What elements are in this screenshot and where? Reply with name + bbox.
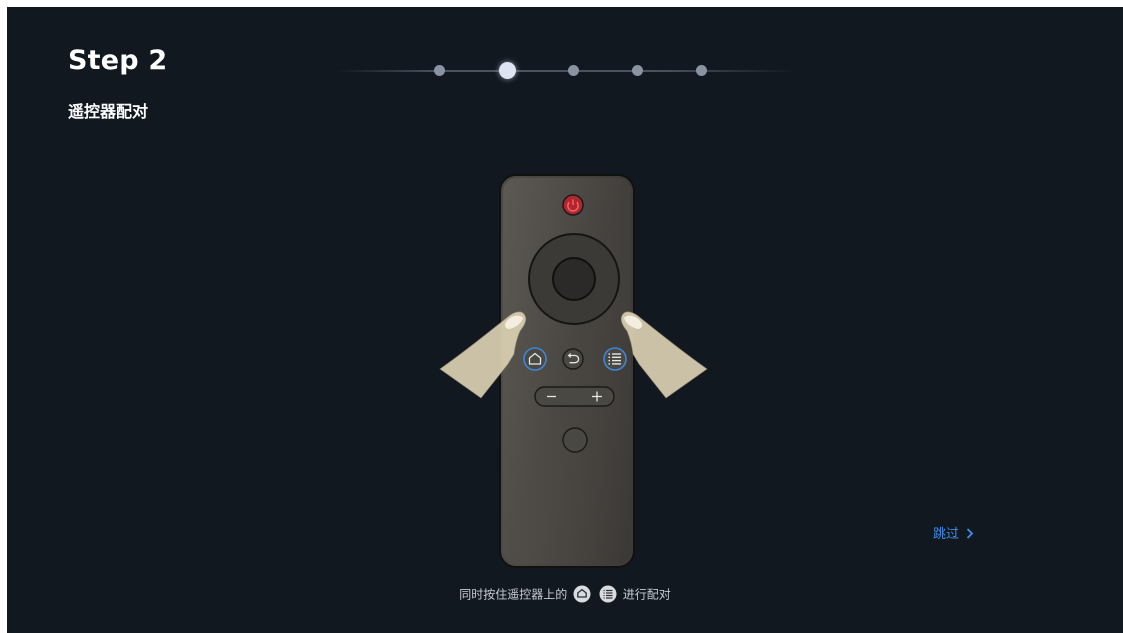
menu-icon: [599, 585, 617, 603]
voice-button-icon: [562, 427, 588, 453]
volume-rocker: [534, 386, 615, 407]
step-dot-1: [434, 65, 445, 76]
hint-prefix: 同时按住遥控器上的: [459, 587, 568, 602]
back-icon: [562, 348, 584, 370]
pairing-instruction: 同时按住遥控器上的 进行配对: [7, 585, 1123, 603]
menu-icon: [603, 347, 627, 371]
home-icon: [573, 585, 591, 603]
skip-link[interactable]: 跳过: [933, 523, 974, 542]
step-subtitle: 遥控器配对: [68, 102, 149, 121]
home-icon: [523, 347, 547, 371]
pairing-screen: Step 2 遥控器配对 跳过 同时按住遥控器上的 进行配对: [7, 7, 1123, 633]
power-icon: [562, 194, 584, 216]
remote-pairing-illustration: [439, 174, 708, 568]
step-dot-3: [568, 65, 579, 76]
step-dot-5: [696, 65, 707, 76]
progress-track: [337, 70, 797, 72]
step-progress-indicator: [337, 57, 797, 85]
hint-suffix: 进行配对: [622, 587, 671, 602]
step-dot-4: [632, 65, 643, 76]
dpad: [528, 233, 620, 325]
skip-label: 跳过: [933, 527, 960, 542]
step-dot-2-active: [499, 62, 516, 79]
chevron-right-icon: [967, 528, 974, 539]
step-title: Step 2: [68, 45, 168, 76]
